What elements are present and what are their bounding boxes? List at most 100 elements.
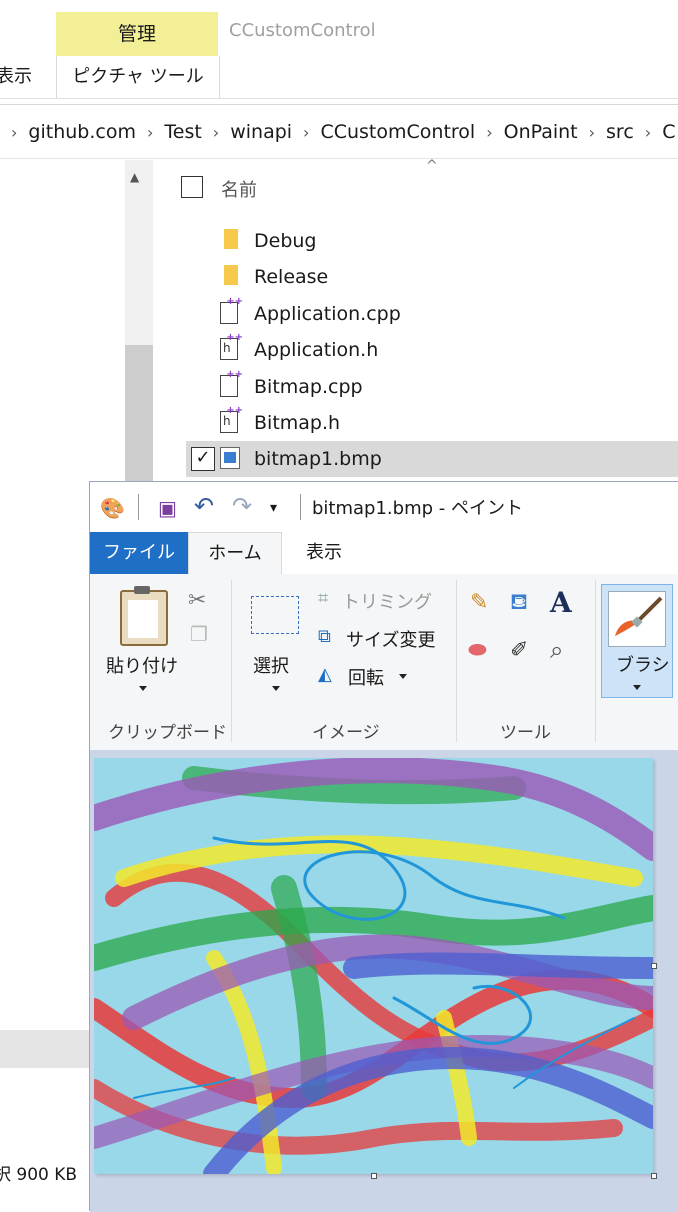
bitmap-file-icon bbox=[220, 447, 242, 471]
drawing-canvas[interactable] bbox=[94, 758, 653, 1174]
ribbon-tabs: ファイル ホーム 表示 bbox=[90, 532, 678, 575]
paint-window[interactable]: 🎨 ▣ ↶ ↷ ▾ bitmap1.bmp - ペイント ファイル ホーム 表示… bbox=[89, 481, 678, 1212]
crop-button: トリミング bbox=[342, 592, 432, 613]
window-title: bitmap1.bmp - ペイント bbox=[312, 498, 523, 519]
rotate-dropdown-icon[interactable] bbox=[399, 674, 407, 679]
paint-titlebar[interactable]: 🎨 ▣ ↶ ↷ ▾ bitmap1.bmp - ペイント bbox=[90, 482, 678, 532]
folder-icon bbox=[220, 229, 242, 253]
resize-handle[interactable] bbox=[651, 963, 657, 969]
row-checkbox-checked[interactable]: ✓ bbox=[191, 447, 215, 471]
ribbon-home: 貼り付け ✂ ❐ クリップボード 選択 ⌗ トリミング ⧉ サイズ変更 ◭ 回転… bbox=[90, 574, 678, 751]
customize-quick-access-icon[interactable]: ▾ bbox=[270, 500, 277, 516]
chevron-right-icon[interactable]: › bbox=[303, 123, 309, 142]
header-file-icon: h ++ bbox=[220, 405, 243, 435]
paint-app-icon[interactable]: 🎨 bbox=[100, 496, 125, 520]
folder-icon bbox=[220, 265, 242, 289]
list-item[interactable]: Release bbox=[186, 259, 328, 295]
cut-icon[interactable]: ✂ bbox=[188, 588, 206, 613]
paste-clipboard-icon[interactable] bbox=[120, 586, 168, 646]
column-header-name[interactable]: 名前 bbox=[221, 176, 257, 202]
breadcrumb[interactable]: › github.com › Test › winapi › CCustomCo… bbox=[0, 108, 678, 156]
chevron-right-icon[interactable]: › bbox=[645, 123, 651, 142]
file-name: Debug bbox=[254, 230, 317, 252]
brush-button[interactable]: ブラシ bbox=[601, 584, 673, 698]
paste-button[interactable]: 貼り付け bbox=[106, 652, 178, 678]
breadcrumb-item[interactable]: OnPaint bbox=[504, 121, 578, 143]
breadcrumb-item[interactable]: src bbox=[606, 121, 634, 143]
breadcrumb-item[interactable]: Test bbox=[164, 121, 201, 143]
tab-view[interactable]: 表示 bbox=[0, 56, 32, 98]
divider bbox=[456, 580, 457, 742]
chevron-right-icon[interactable]: › bbox=[589, 123, 595, 142]
rotate-icon[interactable]: ◭ bbox=[318, 664, 332, 685]
tab-picture-tools[interactable]: ピクチャ ツール bbox=[56, 56, 220, 98]
paste-dropdown-icon[interactable] bbox=[139, 686, 147, 691]
select-dropdown-icon[interactable] bbox=[272, 686, 280, 691]
status-strip bbox=[0, 1030, 90, 1068]
canvas-area[interactable] bbox=[90, 750, 678, 1212]
rotate-button[interactable]: 回転 bbox=[348, 664, 384, 690]
group-label-tools: ツール bbox=[500, 723, 551, 743]
status-selection-size: 択 900 KB bbox=[0, 1165, 78, 1185]
group-label-clipboard: クリップボード bbox=[108, 723, 227, 743]
file-name: bitmap1.bmp bbox=[254, 448, 382, 470]
fill-bucket-icon[interactable]: ⛾ bbox=[510, 590, 528, 618]
file-name: Bitmap.h bbox=[254, 412, 341, 434]
list-item[interactable]: ++ Application.cpp bbox=[186, 296, 401, 332]
file-name: Application.h bbox=[254, 339, 379, 361]
crop-icon: ⌗ bbox=[318, 588, 329, 609]
divider bbox=[300, 494, 301, 520]
chevron-right-icon[interactable]: › bbox=[213, 123, 219, 142]
breadcrumb-item[interactable]: C bbox=[662, 121, 675, 143]
drawing-strokes bbox=[94, 758, 653, 1174]
undo-icon[interactable]: ↶ bbox=[194, 492, 214, 520]
tab-home[interactable]: ホーム bbox=[188, 532, 282, 575]
redo-icon[interactable]: ↷ bbox=[232, 492, 252, 520]
brush-label: ブラシ bbox=[616, 655, 670, 676]
divider bbox=[0, 98, 678, 99]
select-button[interactable]: 選択 bbox=[253, 652, 289, 678]
cpp-file-icon: ++ bbox=[220, 296, 243, 326]
list-item[interactable]: Debug bbox=[186, 223, 316, 259]
text-tool-icon[interactable]: A bbox=[550, 586, 572, 619]
group-label-image: イメージ bbox=[312, 723, 380, 743]
list-item[interactable]: h ++ Application.h bbox=[186, 332, 378, 368]
breadcrumb-item[interactable]: CCustomControl bbox=[320, 121, 475, 143]
list-item-selected[interactable]: bitmap1.bmp bbox=[186, 441, 678, 477]
divider bbox=[0, 158, 678, 159]
chevron-right-icon[interactable]: › bbox=[486, 123, 492, 142]
file-name: Application.cpp bbox=[254, 303, 401, 325]
list-item[interactable]: ++ Bitmap.cpp bbox=[186, 369, 363, 405]
file-name: Release bbox=[254, 266, 329, 288]
chevron-right-icon: › bbox=[11, 122, 18, 142]
tab-file[interactable]: ファイル bbox=[90, 532, 188, 574]
brush-dropdown-icon bbox=[633, 685, 641, 690]
breadcrumb-item[interactable]: github.com bbox=[28, 121, 136, 143]
select-icon[interactable] bbox=[251, 596, 299, 634]
tab-manage[interactable]: 管理 bbox=[56, 12, 218, 56]
window-title: CCustomControl bbox=[229, 20, 376, 41]
list-item[interactable]: h ++ Bitmap.h bbox=[186, 405, 340, 441]
nav-scrollbar-thumb[interactable] bbox=[125, 345, 153, 495]
eraser-icon[interactable]: ⬬ bbox=[468, 638, 487, 663]
copy-icon[interactable]: ❐ bbox=[190, 622, 208, 646]
resize-handle[interactable] bbox=[371, 1173, 377, 1179]
pencil-icon[interactable]: ✎ bbox=[470, 590, 488, 615]
color-picker-icon[interactable]: ✐ bbox=[510, 638, 528, 663]
magnifier-icon[interactable]: ⌕ bbox=[550, 636, 563, 664]
breadcrumb-item[interactable]: winapi bbox=[230, 121, 292, 143]
scroll-up-icon[interactable]: ▲ bbox=[130, 170, 139, 184]
header-file-icon: h ++ bbox=[220, 332, 243, 362]
divider bbox=[231, 580, 232, 742]
divider bbox=[0, 104, 678, 105]
cpp-file-icon: ++ bbox=[220, 369, 243, 399]
save-icon[interactable]: ▣ bbox=[158, 496, 177, 520]
divider bbox=[595, 580, 596, 742]
select-all-checkbox[interactable] bbox=[181, 176, 203, 198]
resize-button[interactable]: サイズ変更 bbox=[346, 626, 435, 652]
sort-ascending-icon: ^ bbox=[426, 158, 438, 174]
chevron-right-icon[interactable]: › bbox=[147, 123, 153, 142]
resize-icon[interactable]: ⧉ bbox=[318, 626, 331, 647]
resize-handle[interactable] bbox=[651, 1173, 657, 1179]
tab-view[interactable]: 表示 bbox=[306, 532, 342, 574]
